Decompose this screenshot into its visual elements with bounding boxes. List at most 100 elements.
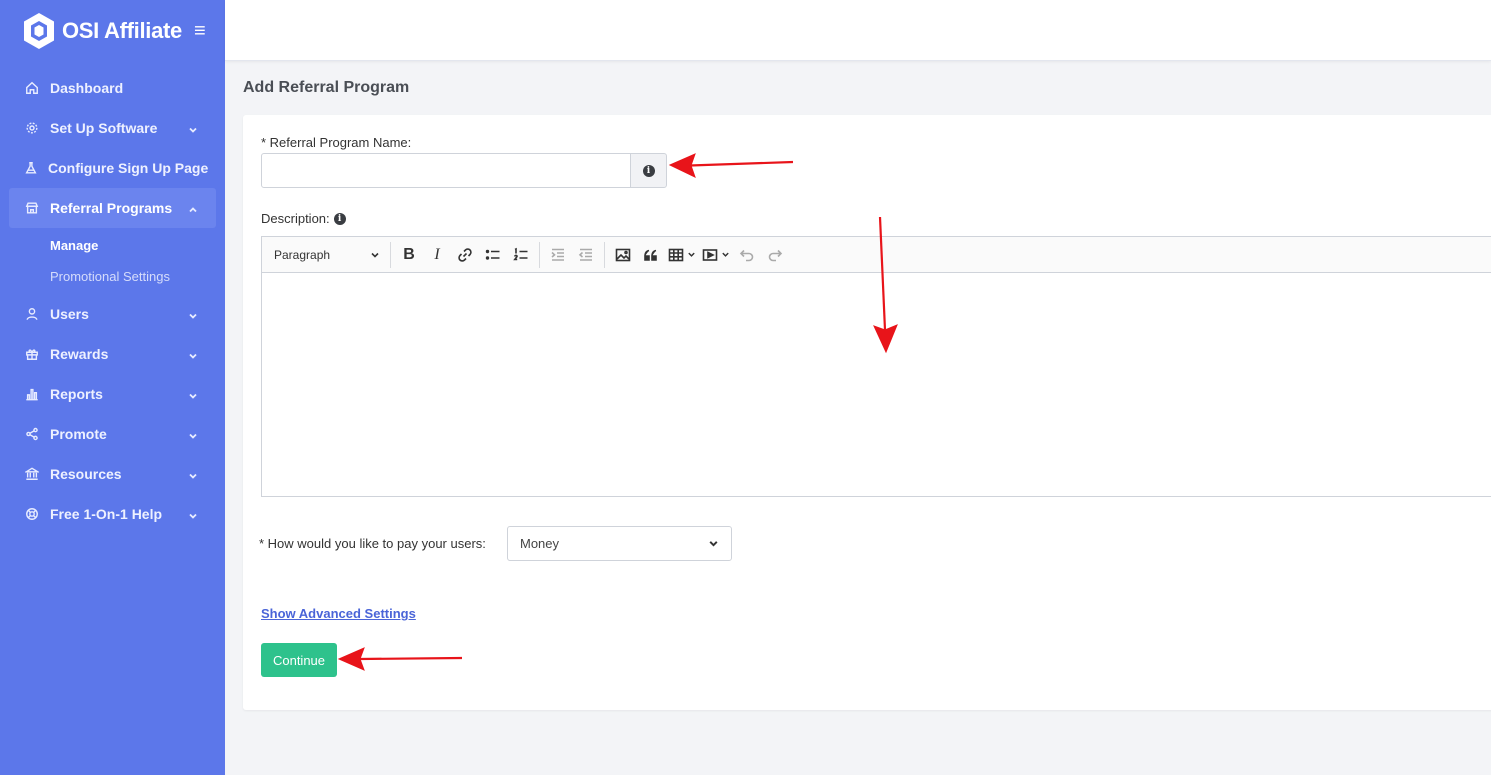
flask-icon: [24, 160, 38, 176]
sidebar-item-label: Reports: [50, 386, 103, 402]
brand: OSI Affiliate ≡: [22, 11, 206, 51]
sidebar-item-set-up-software[interactable]: Set Up Software: [9, 108, 216, 148]
chevron-down-icon: [188, 468, 200, 480]
osi-logo-icon: [24, 13, 54, 49]
numbered-list-button[interactable]: [507, 241, 535, 269]
outdent-icon: [578, 248, 592, 261]
decrease-indent-button[interactable]: [572, 241, 600, 269]
sidebar-subitem-manage[interactable]: Manage: [50, 230, 216, 261]
block-format-value: Paragraph: [274, 247, 331, 262]
pay-method-label: * How would you like to pay your users:: [259, 536, 486, 551]
sidebar-item-dashboard[interactable]: Dashboard: [9, 68, 216, 108]
increase-indent-button[interactable]: [544, 241, 572, 269]
description-label-row: Description: i: [261, 211, 346, 226]
chevron-down-icon: [688, 252, 695, 257]
store-icon: [24, 200, 40, 216]
program-name-label: * Referral Program Name:: [261, 135, 412, 150]
numbered-list-icon: [513, 247, 528, 260]
chevron-down-icon: [188, 308, 200, 320]
toolbar-divider: [604, 241, 605, 268]
chevron-down-icon: [709, 541, 718, 547]
undo-button[interactable]: [733, 241, 761, 269]
link-icon: [458, 247, 472, 262]
sidebar: OSI Affiliate ≡ Dashboard Set Up Softwar…: [0, 0, 225, 775]
image-icon: [615, 248, 631, 261]
chevron-down-icon: [188, 388, 200, 400]
description-label: Description:: [261, 211, 330, 226]
undo-icon: [739, 249, 754, 261]
chevron-down-icon: [188, 122, 200, 134]
top-bar: [225, 0, 1491, 61]
chevron-up-icon: [188, 202, 200, 214]
toolbar-divider: [390, 241, 391, 268]
sidebar-item-label: Configure Sign Up Page: [48, 160, 209, 176]
bulleted-list-button[interactable]: [479, 241, 507, 269]
sidebar-item-label: Users: [50, 306, 89, 322]
referral-programs-submenu: Manage Promotional Settings: [9, 228, 216, 294]
insert-image-button[interactable]: [609, 241, 637, 269]
bank-icon: [24, 466, 40, 482]
toolbar-divider: [539, 241, 540, 268]
bold-button[interactable]: B: [395, 241, 423, 269]
insert-table-button[interactable]: [665, 241, 699, 269]
sidebar-item-rewards[interactable]: Rewards: [9, 334, 216, 374]
link-button[interactable]: [451, 241, 479, 269]
bulleted-list-icon: [485, 249, 500, 260]
italic-button[interactable]: I: [423, 241, 451, 269]
user-icon: [24, 306, 40, 322]
brand-name: OSI Affiliate: [62, 18, 182, 43]
share-icon: [24, 426, 40, 442]
bold-icon: B: [403, 245, 415, 263]
sidebar-item-label: Resources: [50, 466, 122, 482]
description-editor: Paragraph B I: [261, 236, 1491, 497]
sidebar-item-reports[interactable]: Reports: [9, 374, 216, 414]
chevron-down-icon: [722, 252, 729, 257]
quote-icon: [644, 249, 657, 261]
media-icon: [702, 248, 718, 261]
blockquote-button[interactable]: [637, 241, 665, 269]
redo-icon: [768, 249, 783, 261]
show-advanced-settings-link[interactable]: Show Advanced Settings: [261, 606, 416, 621]
lifebuoy-icon: [24, 506, 40, 522]
sidebar-subitem-promotional-settings[interactable]: Promotional Settings: [50, 261, 216, 292]
program-name-input[interactable]: [261, 153, 631, 188]
hamburger-menu-icon[interactable]: ≡: [194, 20, 206, 43]
info-icon: i: [642, 164, 655, 177]
sidebar-item-free-help[interactable]: Free 1-On-1 Help: [9, 494, 216, 534]
sidebar-item-label: Set Up Software: [50, 120, 158, 136]
home-icon: [24, 80, 40, 96]
info-icon[interactable]: i: [333, 212, 346, 225]
chevron-down-icon: [188, 348, 200, 360]
insert-media-button[interactable]: [699, 241, 733, 269]
sidebar-item-promote[interactable]: Promote: [9, 414, 216, 454]
sidebar-item-referral-programs[interactable]: Referral Programs: [9, 188, 216, 228]
pay-method-select[interactable]: Money: [507, 526, 732, 561]
indent-icon: [551, 248, 564, 261]
sidebar-item-resources[interactable]: Resources: [9, 454, 216, 494]
editor-toolbar: Paragraph B I: [262, 237, 1491, 273]
sidebar-item-label: Referral Programs: [50, 200, 173, 216]
gear-icon: [24, 120, 40, 136]
chevron-down-icon: [188, 428, 200, 440]
description-editor-body[interactable]: [262, 273, 1491, 496]
form-card: * Referral Program Name: i Description: …: [243, 115, 1491, 710]
redo-button[interactable]: [761, 241, 789, 269]
continue-button[interactable]: Continue: [261, 643, 337, 677]
sidebar-nav: Dashboard Set Up Software Configure Sign…: [9, 68, 216, 534]
program-name-info-button[interactable]: i: [630, 153, 667, 188]
sidebar-item-label: Free 1-On-1 Help: [50, 506, 163, 522]
sidebar-item-label: Promote: [50, 426, 107, 442]
page-title: Add Referral Program: [243, 79, 410, 96]
pay-method-value: Money: [520, 536, 560, 551]
table-icon: [668, 248, 684, 261]
chevron-down-icon: [188, 508, 200, 520]
block-format-dropdown[interactable]: Paragraph: [268, 241, 386, 269]
bar-chart-icon: [24, 386, 40, 402]
sidebar-item-label: Rewards: [50, 346, 109, 362]
sidebar-item-label: Dashboard: [50, 80, 124, 96]
chevron-down-icon: [371, 252, 379, 258]
gift-icon: [24, 346, 40, 362]
sidebar-item-configure-sign-up-page[interactable]: Configure Sign Up Page: [9, 148, 216, 188]
italic-icon: I: [434, 245, 440, 263]
sidebar-item-users[interactable]: Users: [9, 294, 216, 334]
